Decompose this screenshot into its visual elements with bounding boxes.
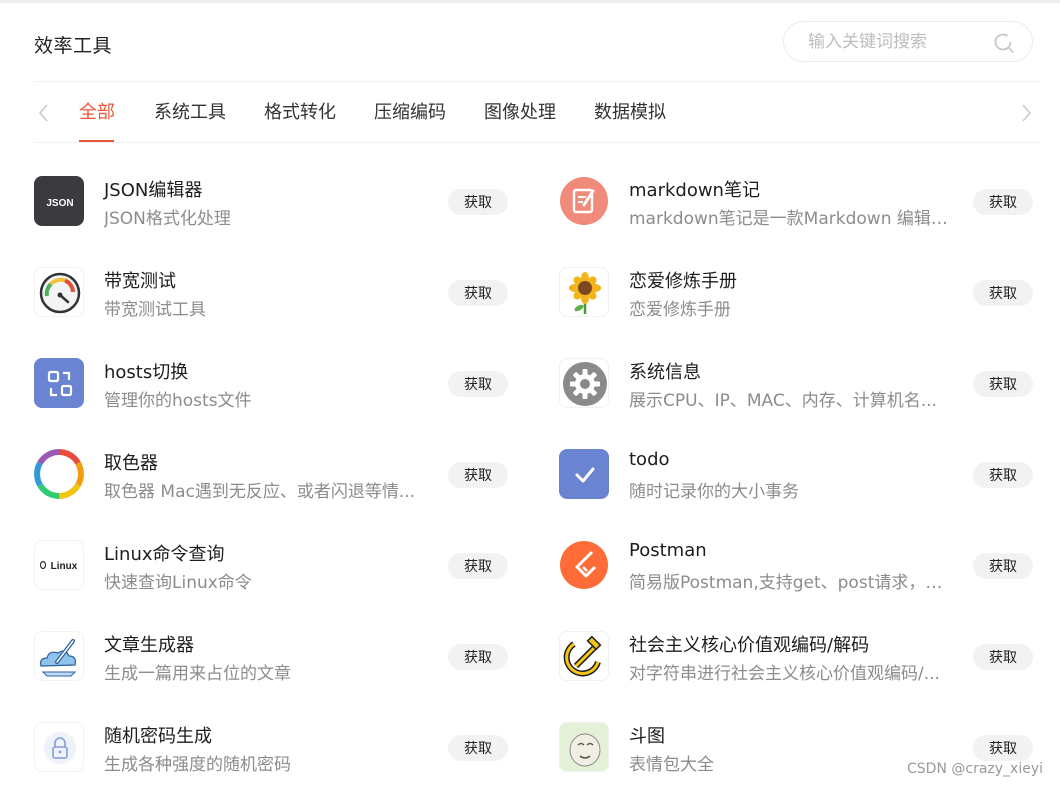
tool-item-postman[interactable]: Postman 简易版Postman,支持get、post请求，自... 获取	[559, 540, 1039, 610]
lock-icon	[34, 722, 84, 772]
tool-name: 带宽测试	[104, 271, 176, 292]
tool-name: 恋爱修炼手册	[629, 271, 737, 292]
tab-data-mock[interactable]: 数据模拟	[594, 101, 666, 125]
tool-name: 社会主义核心价值观编码/解码	[629, 635, 870, 656]
tool-desc: 管理你的hosts文件	[104, 391, 252, 411]
tool-desc: 恋爱修炼手册	[629, 300, 731, 320]
tool-name: 文章生成器	[104, 635, 194, 656]
tool-desc: 生成各种强度的随机密码	[104, 755, 291, 775]
tool-name: 取色器	[104, 453, 158, 474]
tool-name: 斗图	[629, 726, 665, 747]
get-button[interactable]: 获取	[973, 280, 1033, 306]
tool-desc: 对字符串进行社会主义核心价值观编码/...	[629, 664, 940, 684]
checkmark-icon	[559, 449, 609, 499]
tool-desc: 取色器 Mac遇到无反应、或者闪退等情...	[104, 482, 416, 502]
tool-name: Linux命令查询	[104, 544, 225, 565]
tool-desc: 生成一篇用来占位的文章	[104, 664, 291, 684]
page-title: 效率工具	[34, 35, 113, 57]
tool-item-article-generator[interactable]: 文章生成器 生成一篇用来占位的文章 获取	[34, 631, 514, 701]
get-button[interactable]: 获取	[973, 462, 1033, 488]
tool-desc: JSON格式化处理	[104, 209, 231, 229]
meme-face-icon	[559, 722, 609, 772]
get-button[interactable]: 获取	[448, 735, 508, 761]
tool-desc: 快速查询Linux命令	[104, 573, 252, 593]
chevron-left-icon[interactable]	[34, 101, 54, 125]
tool-name: 随机密码生成	[104, 726, 212, 747]
tool-name: Postman	[629, 540, 707, 561]
tab-image-process[interactable]: 图像处理	[484, 101, 556, 125]
tool-item-bandwidth-test[interactable]: 带宽测试 带宽测试工具 获取	[34, 267, 514, 337]
tool-desc: 展示CPU、IP、MAC、内存、计算机名...	[629, 391, 937, 411]
pencil-cloud-icon	[34, 631, 84, 681]
category-tabs: 全部 系统工具 格式转化 压缩编码 图像处理 数据模拟	[0, 82, 1060, 142]
tool-item-todo[interactable]: todo 随时记录你的大小事务 获取	[559, 449, 1039, 519]
tool-desc: markdown笔记是一款Markdown 编辑器...	[629, 209, 951, 229]
header: 效率工具	[0, 3, 1060, 81]
tool-item-meme-fight[interactable]: 斗图 表情包大全 获取	[559, 722, 1039, 788]
tool-item-markdown-notes[interactable]: markdown笔记 markdown笔记是一款Markdown 编辑器... …	[559, 176, 1039, 246]
sunflower-icon	[559, 267, 609, 317]
tool-item-hosts-switch[interactable]: hosts切换 管理你的hosts文件 获取	[34, 358, 514, 428]
tab-all[interactable]: 全部	[79, 101, 115, 125]
tool-desc: 表情包大全	[629, 755, 714, 775]
tabs-divider	[34, 142, 1040, 143]
tool-name: markdown笔记	[629, 180, 760, 201]
tool-item-linux-commands[interactable]: Linux Linux命令查询 快速查询Linux命令 获取	[34, 540, 514, 610]
tool-name: 系统信息	[629, 362, 701, 383]
tool-item-system-info[interactable]: 系统信息 展示CPU、IP、MAC、内存、计算机名... 获取	[559, 358, 1039, 428]
get-button[interactable]: 获取	[448, 462, 508, 488]
get-button[interactable]: 获取	[448, 371, 508, 397]
tool-item-json-editor[interactable]: JSON JSON编辑器 JSON格式化处理 获取	[34, 176, 514, 246]
gear-icon	[559, 358, 609, 408]
get-button[interactable]: 获取	[973, 189, 1033, 215]
tool-desc: 简易版Postman,支持get、post请求，自...	[629, 573, 951, 593]
tool-name: todo	[629, 449, 670, 470]
chevron-right-icon[interactable]	[1016, 101, 1036, 125]
tool-name: hosts切换	[104, 362, 189, 383]
search-icon[interactable]	[992, 31, 1016, 55]
linux-icon: Linux	[34, 540, 84, 590]
speedometer-icon	[34, 267, 84, 317]
tab-format-convert[interactable]: 格式转化	[264, 101, 336, 125]
get-button[interactable]: 获取	[973, 371, 1033, 397]
get-button[interactable]: 获取	[448, 280, 508, 306]
get-button[interactable]: 获取	[448, 553, 508, 579]
json-icon-label: JSON	[46, 198, 73, 209]
get-button[interactable]: 获取	[448, 189, 508, 215]
watermark: CSDN @crazy_xieyi	[907, 761, 1043, 777]
get-button[interactable]: 获取	[973, 644, 1033, 670]
hammer-sickle-icon	[559, 631, 609, 681]
json-icon: JSON	[34, 176, 84, 226]
tool-item-color-picker[interactable]: 取色器 取色器 Mac遇到无反应、或者闪退等情... 获取	[34, 449, 514, 519]
color-wheel-icon	[34, 449, 84, 499]
get-button[interactable]: 获取	[448, 644, 508, 670]
postman-icon	[559, 540, 609, 590]
linux-icon-label: Linux	[51, 561, 78, 572]
get-button[interactable]: 获取	[973, 553, 1033, 579]
tool-desc: 带宽测试工具	[104, 300, 206, 320]
tool-item-core-values-codec[interactable]: 社会主义核心价值观编码/解码 对字符串进行社会主义核心价值观编码/... 获取	[559, 631, 1039, 701]
tool-name: JSON编辑器	[104, 180, 203, 201]
tab-compress-encode[interactable]: 压缩编码	[374, 101, 446, 125]
switch-icon	[34, 358, 84, 408]
search-box[interactable]	[783, 21, 1033, 62]
note-edit-icon	[559, 176, 609, 226]
tool-item-random-password[interactable]: 随机密码生成 生成各种强度的随机密码 获取	[34, 722, 514, 788]
get-button[interactable]: 获取	[973, 735, 1033, 761]
tool-desc: 随时记录你的大小事务	[629, 482, 799, 502]
tab-system-tools[interactable]: 系统工具	[154, 101, 226, 125]
search-input[interactable]	[808, 31, 988, 53]
tool-item-love-handbook[interactable]: 恋爱修炼手册 恋爱修炼手册 获取	[559, 267, 1039, 337]
